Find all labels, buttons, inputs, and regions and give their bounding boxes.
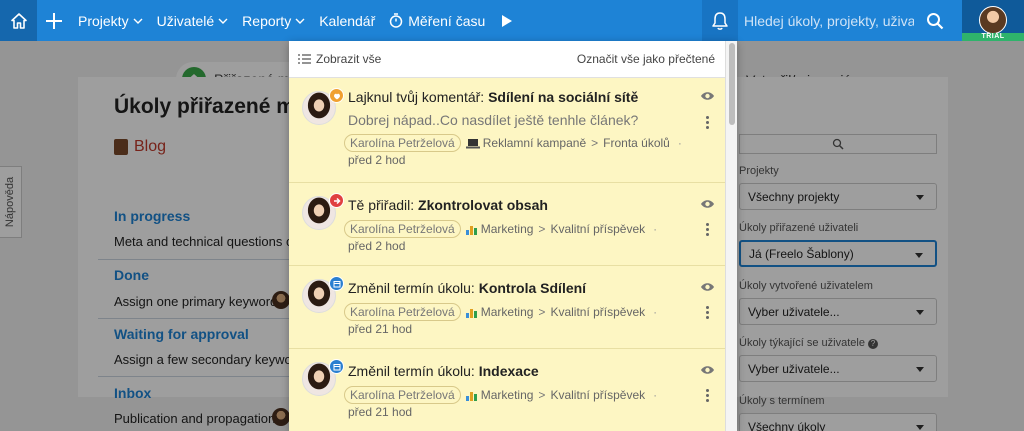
notification-action: Tě přiřadil:: [348, 197, 415, 213]
nav-users-label: Uživatelé: [156, 12, 215, 29]
chevron-down-icon: [295, 18, 305, 24]
notification-time: před 2 hod: [348, 239, 406, 253]
notifications-button[interactable]: [702, 0, 738, 41]
search-button[interactable]: [918, 0, 952, 41]
chevron-down-icon: [218, 18, 228, 24]
home-icon: [10, 12, 27, 29]
user-chip[interactable]: Karolína Petrželová: [344, 386, 461, 404]
user-menu[interactable]: TRIAL: [962, 0, 1024, 41]
stopwatch-icon: [390, 13, 403, 28]
nav-calendar-label: Kalendář: [319, 12, 376, 29]
avatar: [979, 6, 1007, 34]
search-icon: [927, 12, 944, 29]
breadcrumb-separator: >: [538, 388, 546, 402]
nav-reports-label: Reporty: [242, 12, 292, 29]
notification-meta: Karolína Petrželová Marketing > Kvalitní…: [344, 386, 657, 404]
notification-task[interactable]: Sdílení na sociální sítě: [488, 89, 638, 105]
scrollbar[interactable]: [725, 41, 737, 431]
chart-icon: [465, 225, 477, 235]
separator-dot: ·: [653, 388, 658, 402]
notification-action: Lajknul tvůj komentář:: [348, 89, 485, 105]
project-name[interactable]: Marketing: [481, 305, 534, 319]
notifications-dropdown: Zobrazit vše Označit vše jako přečtené L…: [289, 41, 737, 431]
laptop-icon: [465, 138, 480, 148]
separator-dot: ·: [677, 136, 682, 150]
notification-title: Změnil termín úkolu: Kontrola Sdílení: [348, 280, 586, 296]
start-timer-button[interactable]: [492, 0, 522, 41]
notification-item[interactable]: Změnil termín úkolu: Kontrola Sdílení Ka…: [289, 266, 725, 349]
home-button[interactable]: [0, 0, 37, 41]
calendar-icon: [329, 359, 344, 374]
eye-icon[interactable]: [700, 365, 715, 375]
add-button[interactable]: [37, 0, 71, 41]
more-options-icon[interactable]: [706, 223, 710, 238]
nav-reports[interactable]: Reporty: [235, 0, 312, 41]
notification-meta: Karolína Petrželová Marketing > Kvalitní…: [344, 303, 657, 321]
calendar-icon: [329, 276, 344, 291]
eye-icon[interactable]: [700, 199, 715, 209]
chevron-down-icon: [133, 18, 143, 24]
assign-arrow-icon: [329, 193, 344, 208]
chart-icon: [465, 391, 477, 401]
bell-icon: [712, 11, 728, 30]
play-icon: [502, 14, 513, 27]
nav-users[interactable]: Uživatelé: [150, 0, 236, 41]
nav-time-tracking[interactable]: Měření času: [382, 0, 492, 41]
more-options-icon[interactable]: [706, 389, 710, 404]
breadcrumb-separator: >: [538, 305, 546, 319]
breadcrumb-separator: >: [538, 222, 546, 236]
chart-icon: [465, 308, 477, 318]
search-input[interactable]: [744, 8, 914, 34]
notifications-list: Lajknul tvůj komentář: Sdílení na sociál…: [289, 78, 725, 431]
project-name[interactable]: Marketing: [481, 222, 534, 236]
notification-time: před 21 hod: [348, 322, 413, 336]
notification-title: Tě přiřadil: Zkontrolovat obsah: [348, 197, 548, 213]
nav-projects-label: Projekty: [78, 12, 129, 29]
show-all-link[interactable]: Zobrazit vše: [298, 52, 381, 66]
nav-calendar[interactable]: Kalendář: [312, 0, 382, 41]
notification-task[interactable]: Zkontrolovat obsah: [418, 197, 548, 213]
notification-comment: Dobrej nápad..Co nasdílet ještě tenhle č…: [348, 112, 639, 128]
scrollbar-thumb[interactable]: [729, 43, 735, 125]
breadcrumb-separator: >: [591, 136, 599, 150]
list-name[interactable]: Kvalitní příspěvek: [550, 305, 645, 319]
list-icon: [298, 54, 311, 64]
notification-item[interactable]: Změnil termín úkolu: Indexace Karolína P…: [289, 349, 725, 431]
list-name[interactable]: Kvalitní příspěvek: [550, 222, 645, 236]
eye-icon[interactable]: [700, 91, 715, 101]
list-name[interactable]: Fronta úkolů: [603, 136, 670, 150]
notification-time: před 21 hod: [348, 405, 413, 419]
notification-meta: Karolína Petrželová Marketing > Kvalitní…: [344, 220, 657, 238]
show-all-label: Zobrazit vše: [316, 52, 382, 66]
notification-title: Lajknul tvůj komentář: Sdílení na sociál…: [348, 89, 638, 105]
notification-item[interactable]: Lajknul tvůj komentář: Sdílení na sociál…: [289, 78, 725, 183]
trial-badge: TRIAL: [962, 33, 1024, 41]
project-name[interactable]: Marketing: [481, 388, 534, 402]
notifications-header: Zobrazit vše Označit vše jako přečtené: [289, 41, 725, 78]
notification-item[interactable]: Tě přiřadil: Zkontrolovat obsah Karolína…: [289, 183, 725, 266]
like-icon: [329, 88, 344, 103]
nav-time-tracking-label: Měření času: [408, 12, 486, 29]
notification-task[interactable]: Kontrola Sdílení: [479, 280, 586, 296]
notification-action: Změnil termín úkolu:: [348, 363, 475, 379]
notification-action: Změnil termín úkolu:: [348, 280, 475, 296]
separator-dot: ·: [653, 305, 658, 319]
user-chip[interactable]: Karolína Petrželová: [344, 134, 461, 152]
more-options-icon[interactable]: [706, 116, 710, 131]
separator-dot: ·: [653, 222, 658, 236]
eye-icon[interactable]: [700, 282, 715, 292]
notification-time: před 2 hod: [348, 153, 406, 167]
notification-title: Změnil termín úkolu: Indexace: [348, 363, 539, 379]
list-name[interactable]: Kvalitní příspěvek: [550, 388, 645, 402]
project-name[interactable]: Reklamní kampaně: [483, 136, 586, 150]
more-options-icon[interactable]: [706, 306, 710, 321]
nav-projects[interactable]: Projekty: [71, 0, 150, 41]
plus-icon: [46, 12, 62, 29]
user-chip[interactable]: Karolína Petrželová: [344, 303, 461, 321]
notification-meta: Karolína Petrželová Reklamní kampaně > F…: [344, 134, 682, 152]
user-chip[interactable]: Karolína Petrželová: [344, 220, 461, 238]
mark-all-read-link[interactable]: Označit vše jako přečtené: [577, 52, 715, 66]
notification-task[interactable]: Indexace: [479, 363, 539, 379]
